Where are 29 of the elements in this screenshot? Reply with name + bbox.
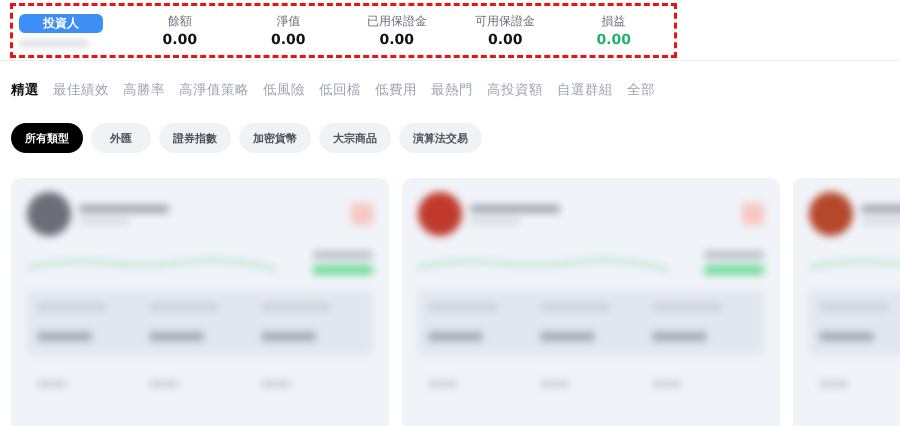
- stat-value: 0.00: [596, 32, 631, 48]
- category-tab[interactable]: 高勝率: [123, 81, 165, 99]
- category-tab[interactable]: 高投資額: [487, 81, 543, 99]
- stat-label: 可用保證金: [475, 13, 536, 30]
- category-tab[interactable]: 全部: [627, 81, 655, 99]
- category-tab[interactable]: 低回檔: [319, 81, 361, 99]
- filter-chip[interactable]: 外匯: [91, 123, 151, 153]
- filter-chip[interactable]: 加密貨幣: [239, 123, 311, 153]
- stat-label: 損益: [602, 13, 626, 30]
- category-tab[interactable]: 低費用: [375, 81, 417, 99]
- stat-value: 0.00: [162, 32, 198, 48]
- category-tab[interactable]: 最熱門: [431, 81, 473, 99]
- stat-label: 淨值: [276, 13, 300, 30]
- stat-label: 餘額: [168, 13, 192, 30]
- category-tab[interactable]: 最佳績效: [53, 81, 109, 99]
- stat-label: 已用保證金: [366, 13, 427, 30]
- stat-value: 0.00: [488, 32, 523, 48]
- filter-chip[interactable]: 大宗商品: [319, 123, 391, 153]
- stat-value: 0.00: [379, 32, 414, 48]
- category-tab[interactable]: 自選群組: [557, 81, 613, 99]
- stat-value: 0.00: [271, 32, 306, 48]
- filter-chip[interactable]: 演算法交易: [399, 123, 482, 153]
- category-tab[interactable]: 精選: [11, 81, 39, 99]
- category-tab[interactable]: 高淨值策略: [179, 81, 249, 99]
- filter-chip[interactable]: 證券指數: [159, 123, 231, 153]
- investor-badge: 投資人: [19, 14, 103, 32]
- filter-chip[interactable]: 所有類型: [11, 123, 83, 153]
- category-tab[interactable]: 低風險: [263, 81, 305, 99]
- blurred-account-name: [19, 38, 89, 48]
